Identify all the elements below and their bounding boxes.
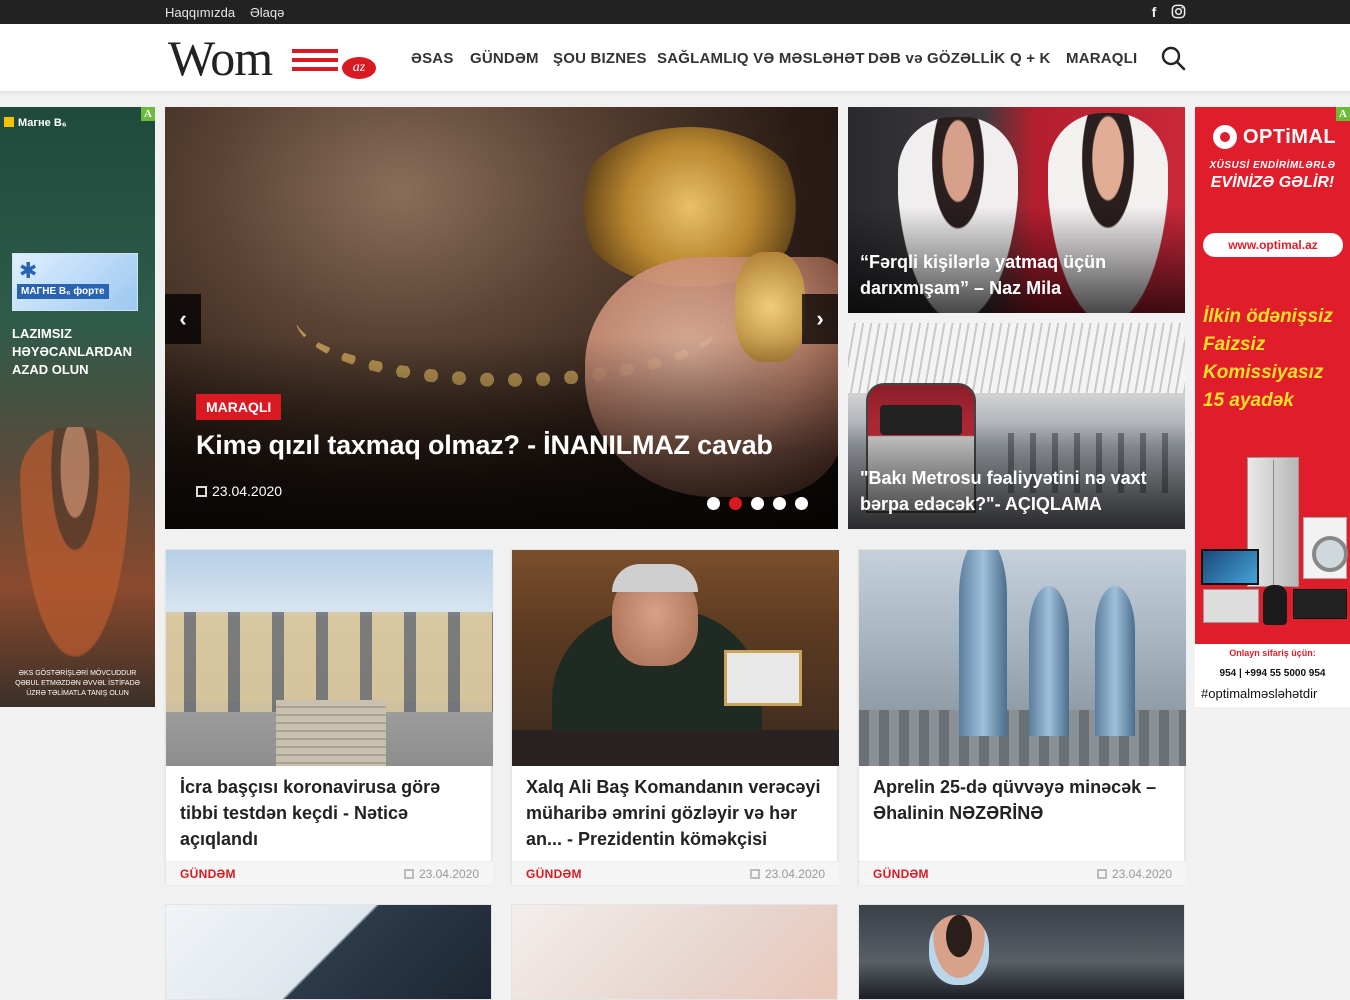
news-card-category[interactable]: GÜNDƏM	[526, 867, 582, 881]
hero-category-badge[interactable]: MARAQLI	[196, 394, 282, 420]
ad-badge: A	[141, 107, 155, 121]
news-card-image	[859, 550, 1186, 766]
nav-item-fashion[interactable]: DƏB və GÖZƏLLİK	[868, 50, 1005, 67]
nav-item-qk[interactable]: Q + K	[1010, 50, 1051, 67]
search-icon[interactable]	[1160, 45, 1186, 71]
news-card-partial[interactable]	[165, 904, 492, 1000]
slider-next-button[interactable]: ›	[802, 294, 838, 344]
slider-dot[interactable]	[751, 497, 764, 510]
nav-item-show-business[interactable]: ŞOU BIZNES	[553, 50, 647, 67]
news-card-footer: GÜNDƏM 23.04.2020	[166, 861, 493, 885]
news-card[interactable]: İcra başçısı koronavirusa görə tibbi tes…	[165, 549, 493, 885]
promo-line: İlkin ödənişsiz	[1203, 306, 1333, 327]
nav-item-gundem[interactable]: GÜNDƏM	[470, 50, 539, 67]
side-story-card[interactable]: "Bakı Metrosu fəaliyyətini nə vaxt bərpa…	[848, 323, 1185, 529]
calendar-icon	[196, 486, 207, 497]
promo-line: 15 ayadək	[1203, 390, 1294, 411]
ad-badge: A	[1336, 107, 1350, 121]
right-ad-banner[interactable]: A OPTiMAL XÜSUSİ ENDİRİMLƏRLƏ EVİNİZƏ GƏ…	[1195, 107, 1350, 707]
ad-headline: LAZIMSIZ HƏYƏCANLARDAN AZAD OLUN	[12, 326, 132, 377]
side-story-title[interactable]: "Bakı Metrosu fəaliyyətini nə vaxt bərpa…	[860, 465, 1170, 517]
left-ad-banner[interactable]: A Магне B₆ ✱ МАГНЕ B₆ форте LAZIMSIZ HƏY…	[0, 107, 155, 707]
ad-brand: OPTiMAL	[1243, 126, 1337, 148]
nav-item-interesting[interactable]: MARAQLI	[1066, 50, 1137, 67]
news-card[interactable]: Xalq Ali Baş Komandanın verəcəyi müharib…	[511, 549, 839, 885]
ad-woman-figure	[20, 427, 130, 657]
site-header: Wom az ƏSAS GÜNDƏM ŞOU BIZNES SAĞLAMLIQ …	[0, 24, 1350, 92]
news-card-title[interactable]: İcra başçısı koronavirusa görə tibbi tes…	[180, 774, 478, 852]
slider-dot[interactable]	[795, 497, 808, 510]
news-card-date-text: 23.04.2020	[418, 867, 479, 881]
news-card-category[interactable]: GÜNDƏM	[873, 867, 929, 881]
about-link[interactable]: Haqqımızda	[165, 5, 235, 20]
ad-url-button[interactable]: www.optimal.az	[1203, 233, 1343, 257]
news-card-footer: GÜNDƏM 23.04.2020	[859, 861, 1186, 885]
instagram-icon[interactable]	[1170, 4, 1186, 20]
logo-word: Wom	[168, 30, 273, 86]
slider-prev-button[interactable]: ‹	[165, 294, 201, 344]
optimal-logo-icon	[1213, 125, 1237, 149]
ad-hashtag: #optimalməsləhətdir	[1201, 686, 1318, 701]
news-card-title[interactable]: Xalq Ali Baş Komandanın verəcəyi müharib…	[526, 774, 824, 852]
pack-title: МАГНЕ B₆ форте	[17, 284, 109, 299]
snowflake-icon: ✱	[19, 258, 38, 283]
news-card-date-text: 23.04.2020	[764, 867, 825, 881]
calendar-icon	[749, 869, 760, 879]
news-card-image	[166, 550, 493, 766]
news-card[interactable]: Aprelin 25-də qüvvəyə minəcək – Əhalinin…	[858, 549, 1186, 885]
product-pack: ✱ МАГНЕ B₆ форте	[12, 253, 138, 311]
nav-item-home[interactable]: ƏSAS	[411, 50, 454, 67]
side-story-title[interactable]: “Fərqli kişilərlə yatmaq üçün darıxmışam…	[860, 249, 1170, 301]
ad-order-label: Onlayn sifariş üçün:	[1229, 648, 1316, 658]
ad-fine-print: ƏKS GÖSTƏRİŞLƏRİ MÖVCUDDUR QƏBUL ETMƏZDƏ…	[15, 670, 140, 697]
logo-az-badge: az	[342, 57, 376, 79]
logo-bars	[292, 49, 338, 71]
promo-line: Faizsiz	[1203, 334, 1266, 355]
slider-dot[interactable]	[773, 497, 786, 510]
news-card-date-text: 23.04.2020	[1111, 867, 1172, 881]
calendar-icon	[403, 869, 414, 879]
news-card-date: 23.04.2020	[403, 867, 479, 881]
news-card-date: 23.04.2020	[1096, 867, 1172, 881]
site-logo[interactable]: Wom az	[168, 33, 384, 83]
nav-item-health[interactable]: SAĞLAMLIQ VƏ MƏSLƏHƏT	[657, 50, 865, 67]
brand-square-icon	[4, 117, 14, 127]
facebook-icon[interactable]: f	[1146, 4, 1162, 20]
ad-phones: 954 | +994 55 5000 954	[1219, 668, 1326, 679]
news-card-category[interactable]: GÜNDƏM	[180, 867, 236, 881]
calendar-icon	[1096, 869, 1107, 879]
ad-promo-text: İlkin ödənişsiz Faizsiz Komissiyasız 15 …	[1203, 303, 1348, 415]
promo-line: Komissiyasız	[1203, 362, 1324, 383]
slider-dot[interactable]	[707, 497, 720, 510]
news-card-title[interactable]: Aprelin 25-də qüvvəyə minəcək – Əhalinin…	[873, 774, 1171, 826]
hero-date: 23.04.2020	[196, 483, 282, 499]
news-card-partial[interactable]	[511, 904, 838, 1000]
news-card-partial[interactable]	[858, 904, 1185, 1000]
top-bar: Haqqımızda Əlaqə f	[0, 0, 1350, 24]
hero-title[interactable]: Kimə qızıl taxmaq olmaz? - İNANILMAZ cav…	[196, 430, 816, 461]
appliances-image	[1199, 457, 1349, 643]
ad-brand: Магне B₆	[18, 117, 67, 129]
news-card-date: 23.04.2020	[749, 867, 825, 881]
hero-date-text: 23.04.2020	[212, 483, 283, 499]
news-card-footer: GÜNDƏM 23.04.2020	[512, 861, 839, 885]
news-card-image	[512, 550, 839, 766]
ad-line-1: XÜSUSİ ENDİRİMLƏRLƏ	[1209, 160, 1336, 171]
contact-link[interactable]: Əlaqə	[250, 5, 284, 20]
ad-line-2: EVİNİZƏ GƏLİR!	[1210, 174, 1335, 191]
hero-slider[interactable]: MARAQLI Kimə qızıl taxmaq olmaz? - İNANI…	[165, 107, 838, 529]
slider-dots	[707, 497, 817, 511]
slider-dot-active[interactable]	[729, 497, 742, 510]
side-story-card[interactable]: “Fərqli kişilərlə yatmaq üçün darıxmışam…	[848, 107, 1185, 313]
